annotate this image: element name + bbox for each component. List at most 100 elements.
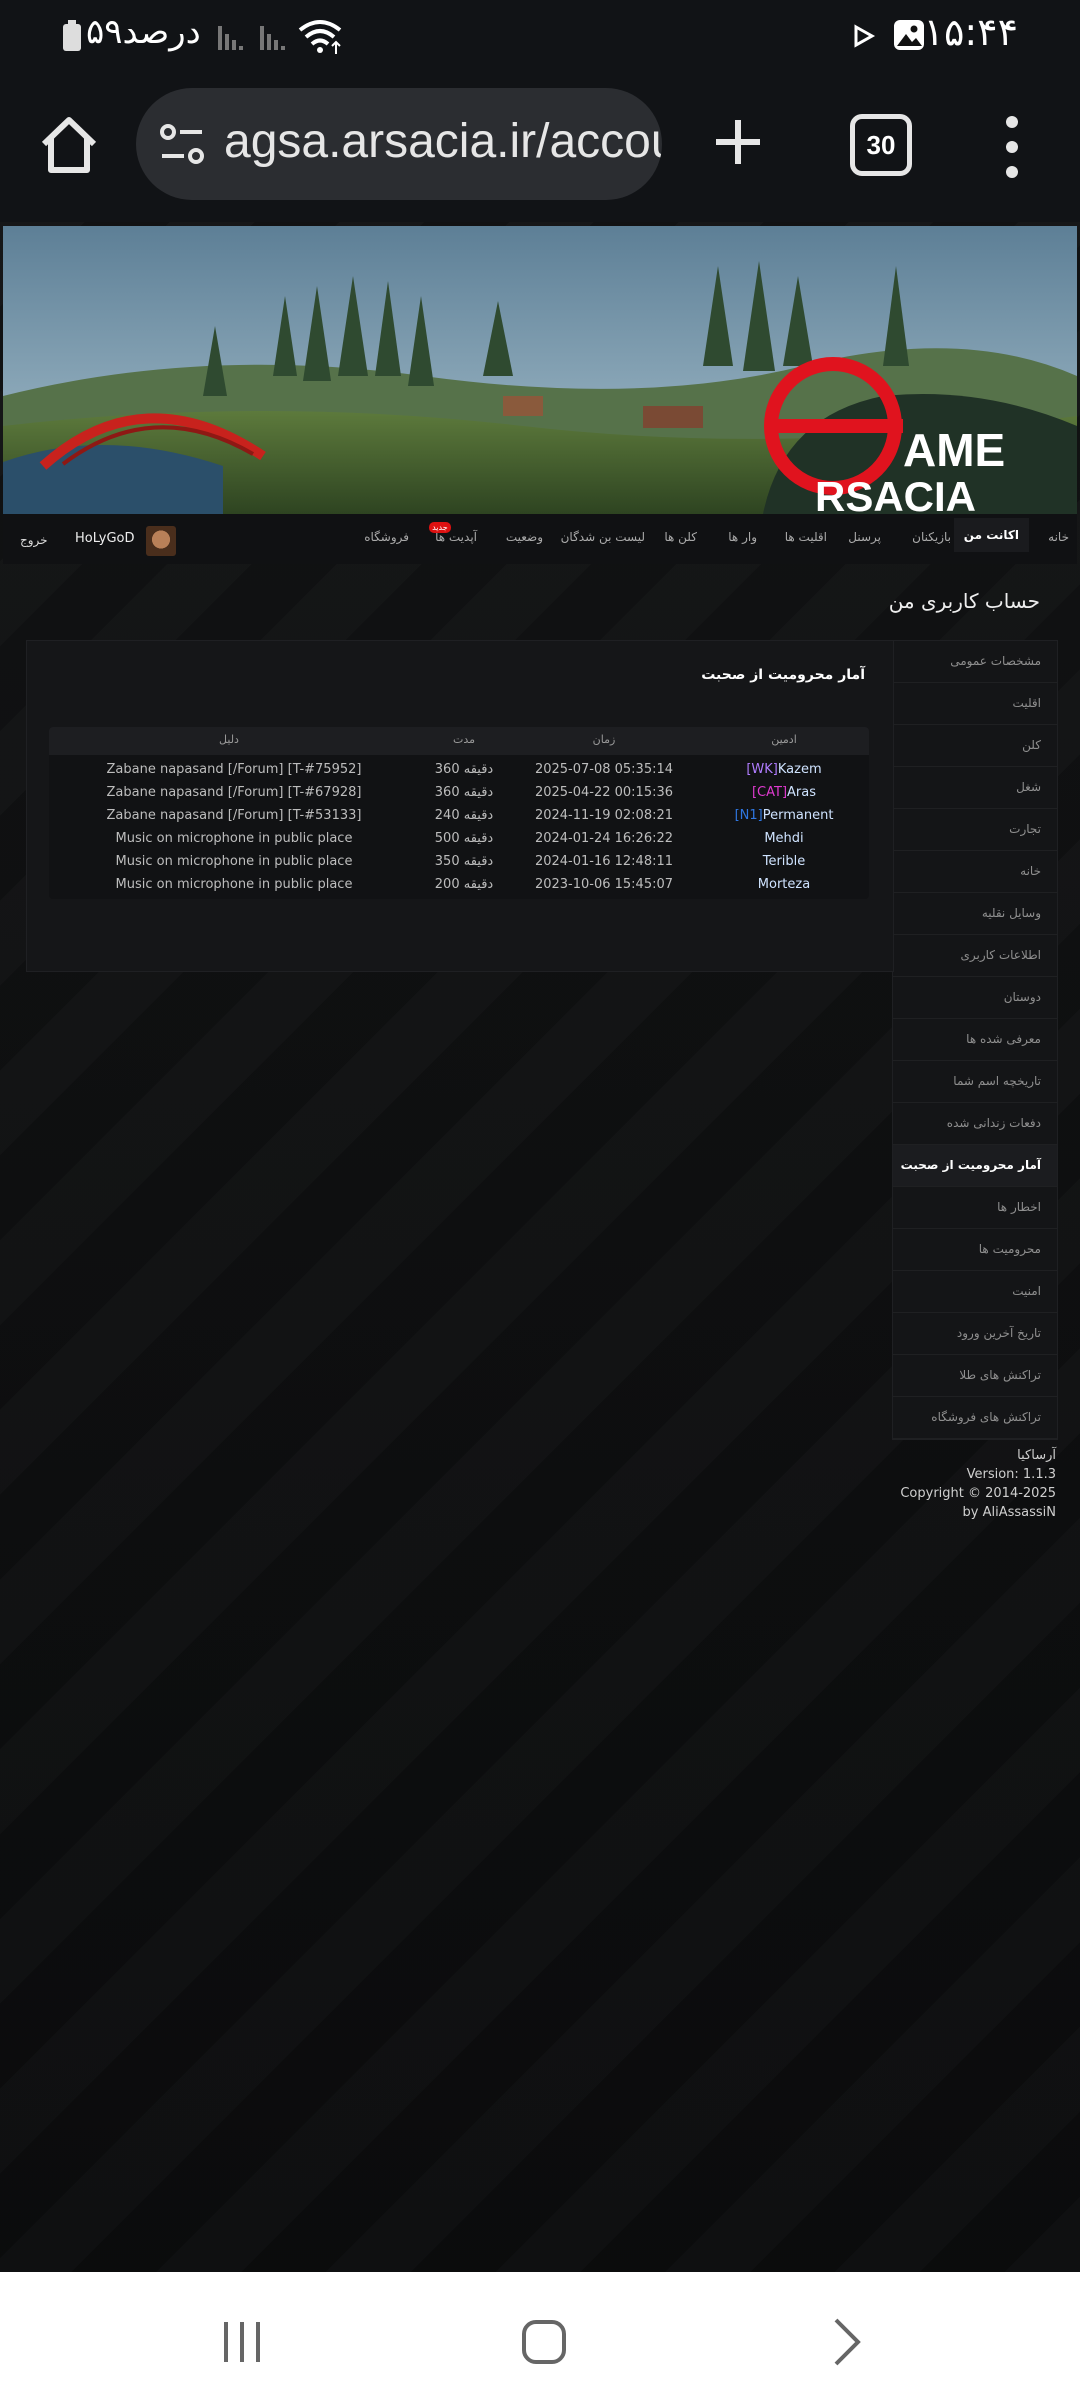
sidebar-item-warnings[interactable]: اخطار ها (893, 1187, 1057, 1229)
admin-name: Mehdi (764, 831, 804, 846)
sidebar-item-name-history[interactable]: تاریخچه اسم شما (893, 1061, 1057, 1103)
cell-time: 2023-10-06 15:45:07 (534, 877, 674, 892)
sidebar-item-security[interactable]: امنیت (893, 1271, 1057, 1313)
nav-staff[interactable]: پرسنل (848, 530, 881, 544)
system-navigation-bar (0, 2272, 1080, 2408)
cell-reason: Zabane napasand [/Forum] [T-#67928] (106, 785, 362, 800)
cell-duration: 240 دقیقه (434, 808, 494, 823)
cell-admin: Terible (699, 854, 869, 869)
footer-copyright: Copyright © 2014-2025 (900, 1486, 1056, 1501)
nav-minorities[interactable]: اقلیت ها (785, 530, 827, 544)
wifi-icon (298, 20, 342, 54)
home-icon[interactable] (38, 114, 100, 176)
sidebar-item-jail-count[interactable]: دفعات زندانی شده (893, 1103, 1057, 1145)
admin-name: Permanent (762, 808, 834, 823)
web-page: AME RSACIA خانه اکانت من بازیکنان پرسنل … (0, 222, 1080, 2272)
sidebar-item-mute-stats[interactable]: آمار محرومیت از صحبت (893, 1145, 1057, 1187)
nav-players[interactable]: بازیکنان (912, 530, 951, 544)
cell-duration: 350 دقیقه (434, 854, 494, 869)
footer-site-name: آرساکیا (1017, 1448, 1056, 1463)
col-time: زمان (592, 733, 616, 746)
logo-text-arsacia: RSACIA (815, 473, 976, 514)
username[interactable]: HoLyGoD (75, 531, 135, 546)
cell-admin: Mehdi (699, 831, 869, 846)
cell-admin: [CAT]Aras (699, 785, 869, 800)
col-duration: مدت (452, 733, 476, 746)
table-row: [CAT]Aras 2025-04-22 00:15:36 360 دقیقه Zab… (49, 782, 869, 805)
footer-version: Version: 1.1.3 (966, 1467, 1056, 1482)
sidebar-item-bans[interactable]: محرومیت ها (893, 1229, 1057, 1271)
gallery-icon (894, 20, 924, 50)
tab-count-button[interactable]: 30 (850, 114, 912, 176)
admin-tag: [CAT] (751, 785, 788, 800)
table-row: Mehdi 2024-01-24 16:26:22 500 دقیقه Music o… (49, 828, 869, 851)
sidebar-item-user-info[interactable]: اطلاعات کاربری (893, 935, 1057, 977)
site-settings-icon[interactable] (158, 120, 206, 168)
site-footer: آرساکیا Version: 1.1.3 Copyright © 2014-… (900, 1446, 1056, 1522)
cell-duration: 200 دقیقه (434, 877, 494, 892)
nav-status[interactable]: وضعیت (506, 530, 543, 544)
admin-tag: [N1] (734, 808, 763, 823)
status-bar: ۱۵:۴۴ ۵۹درصد (0, 0, 1080, 72)
nav-clans[interactable]: کلن ها (664, 530, 697, 544)
cell-reason: Zabane napasand [/Forum] [T-#75952] (106, 762, 362, 777)
banner-scene: AME RSACIA (3, 226, 1077, 514)
logout-link[interactable]: خروج (20, 533, 48, 547)
table-row: Morteza 2023-10-06 15:45:07 200 دقیقه Music… (49, 874, 869, 897)
cell-reason: Music on microphone in public place (115, 877, 353, 892)
browser-toolbar: agsa.arsacia.ir/account 30 (0, 72, 1080, 222)
col-reason: دلیل (219, 733, 239, 746)
cell-reason: Zabane napasand [/Forum] [T-#53133] (106, 808, 362, 823)
signal-icon (218, 26, 285, 50)
cell-time: 2024-01-24 16:26:22 (534, 831, 674, 846)
sidebar-item-minority[interactable]: اقلیت (893, 683, 1057, 725)
clock: ۱۵:۴۴ (923, 10, 1018, 54)
sidebar-item-house[interactable]: خانه (893, 851, 1057, 893)
sidebar-item-last-login[interactable]: تاریخ آخرین ورود (893, 1313, 1057, 1355)
menu-icon[interactable] (996, 112, 1028, 182)
battery-icon (63, 20, 81, 51)
table-row: [N1]Permanent 2024-11-19 02:08:21 240 دقیق… (49, 805, 869, 828)
recent-apps-icon[interactable] (212, 2312, 272, 2372)
address-bar[interactable]: agsa.arsacia.ir/account (136, 88, 662, 200)
sidebar-item-business[interactable]: تجارت (893, 809, 1057, 851)
cell-duration: 360 دقیقه (434, 785, 494, 800)
admin-name: Morteza (757, 877, 811, 892)
cell-reason: Music on microphone in public place (115, 854, 353, 869)
cell-time: 2024-11-19 02:08:21 (534, 808, 674, 823)
nav-updates[interactable]: آپدیت ها جدید (429, 522, 477, 544)
cell-duration: 500 دقیقه (434, 831, 494, 846)
sidebar-item-general[interactable]: مشخصات عمومی (893, 641, 1057, 683)
table-row: Terible 2024-01-16 12:48:11 350 دقیقه Music… (49, 851, 869, 874)
cell-time: 2024-01-16 12:48:11 (534, 854, 674, 869)
footer-author: by AliAssassiN (962, 1505, 1056, 1520)
back-icon[interactable] (816, 2312, 876, 2372)
site-banner: AME RSACIA (3, 226, 1077, 514)
nav-wars[interactable]: وار ها (728, 530, 757, 544)
panel-title: آمار محرومیت از صحبت (701, 667, 865, 683)
cell-admin: Morteza (699, 877, 869, 892)
nav-my-account[interactable]: اکانت من (953, 518, 1029, 552)
sidebar-item-referrals[interactable]: معرفی شده ها (893, 1019, 1057, 1061)
sidebar-item-vehicles[interactable]: وسایل نقلیه (893, 893, 1057, 935)
home-nav-icon[interactable] (514, 2312, 574, 2372)
col-admin: ادمین (771, 733, 797, 746)
sidebar-item-friends[interactable]: دوستان (893, 977, 1057, 1019)
avatar[interactable] (146, 526, 176, 556)
account-sidebar: مشخصات عمومی اقلیت کلن شغل تجارت خانه وس… (892, 640, 1058, 1440)
cell-time: 2025-04-22 00:15:36 (534, 785, 674, 800)
sidebar-item-clan[interactable]: کلن (893, 725, 1057, 767)
battery-text: ۵۹درصد (86, 12, 201, 52)
nav-ban-list[interactable]: لیست بن شدگان (561, 530, 645, 544)
admin-name: Terible (762, 854, 806, 869)
logo-text-game: AME (903, 424, 1005, 476)
nav-shop[interactable]: فروشگاه (364, 530, 409, 544)
sidebar-item-shop-transactions[interactable]: تراکنش های فروشگاه (893, 1397, 1057, 1439)
new-tab-icon[interactable] (710, 114, 766, 170)
sidebar-item-gold-transactions[interactable]: تراکنش های طلا (893, 1355, 1057, 1397)
page-title: حساب کاربری من (888, 589, 1040, 613)
admin-name: Aras (787, 785, 817, 800)
nav-home[interactable]: خانه (1048, 530, 1069, 544)
mute-stats-panel: آمار محرومیت از صحبت ادمین زمان مدت دلیل… (26, 640, 894, 972)
sidebar-item-job[interactable]: شغل (893, 767, 1057, 809)
